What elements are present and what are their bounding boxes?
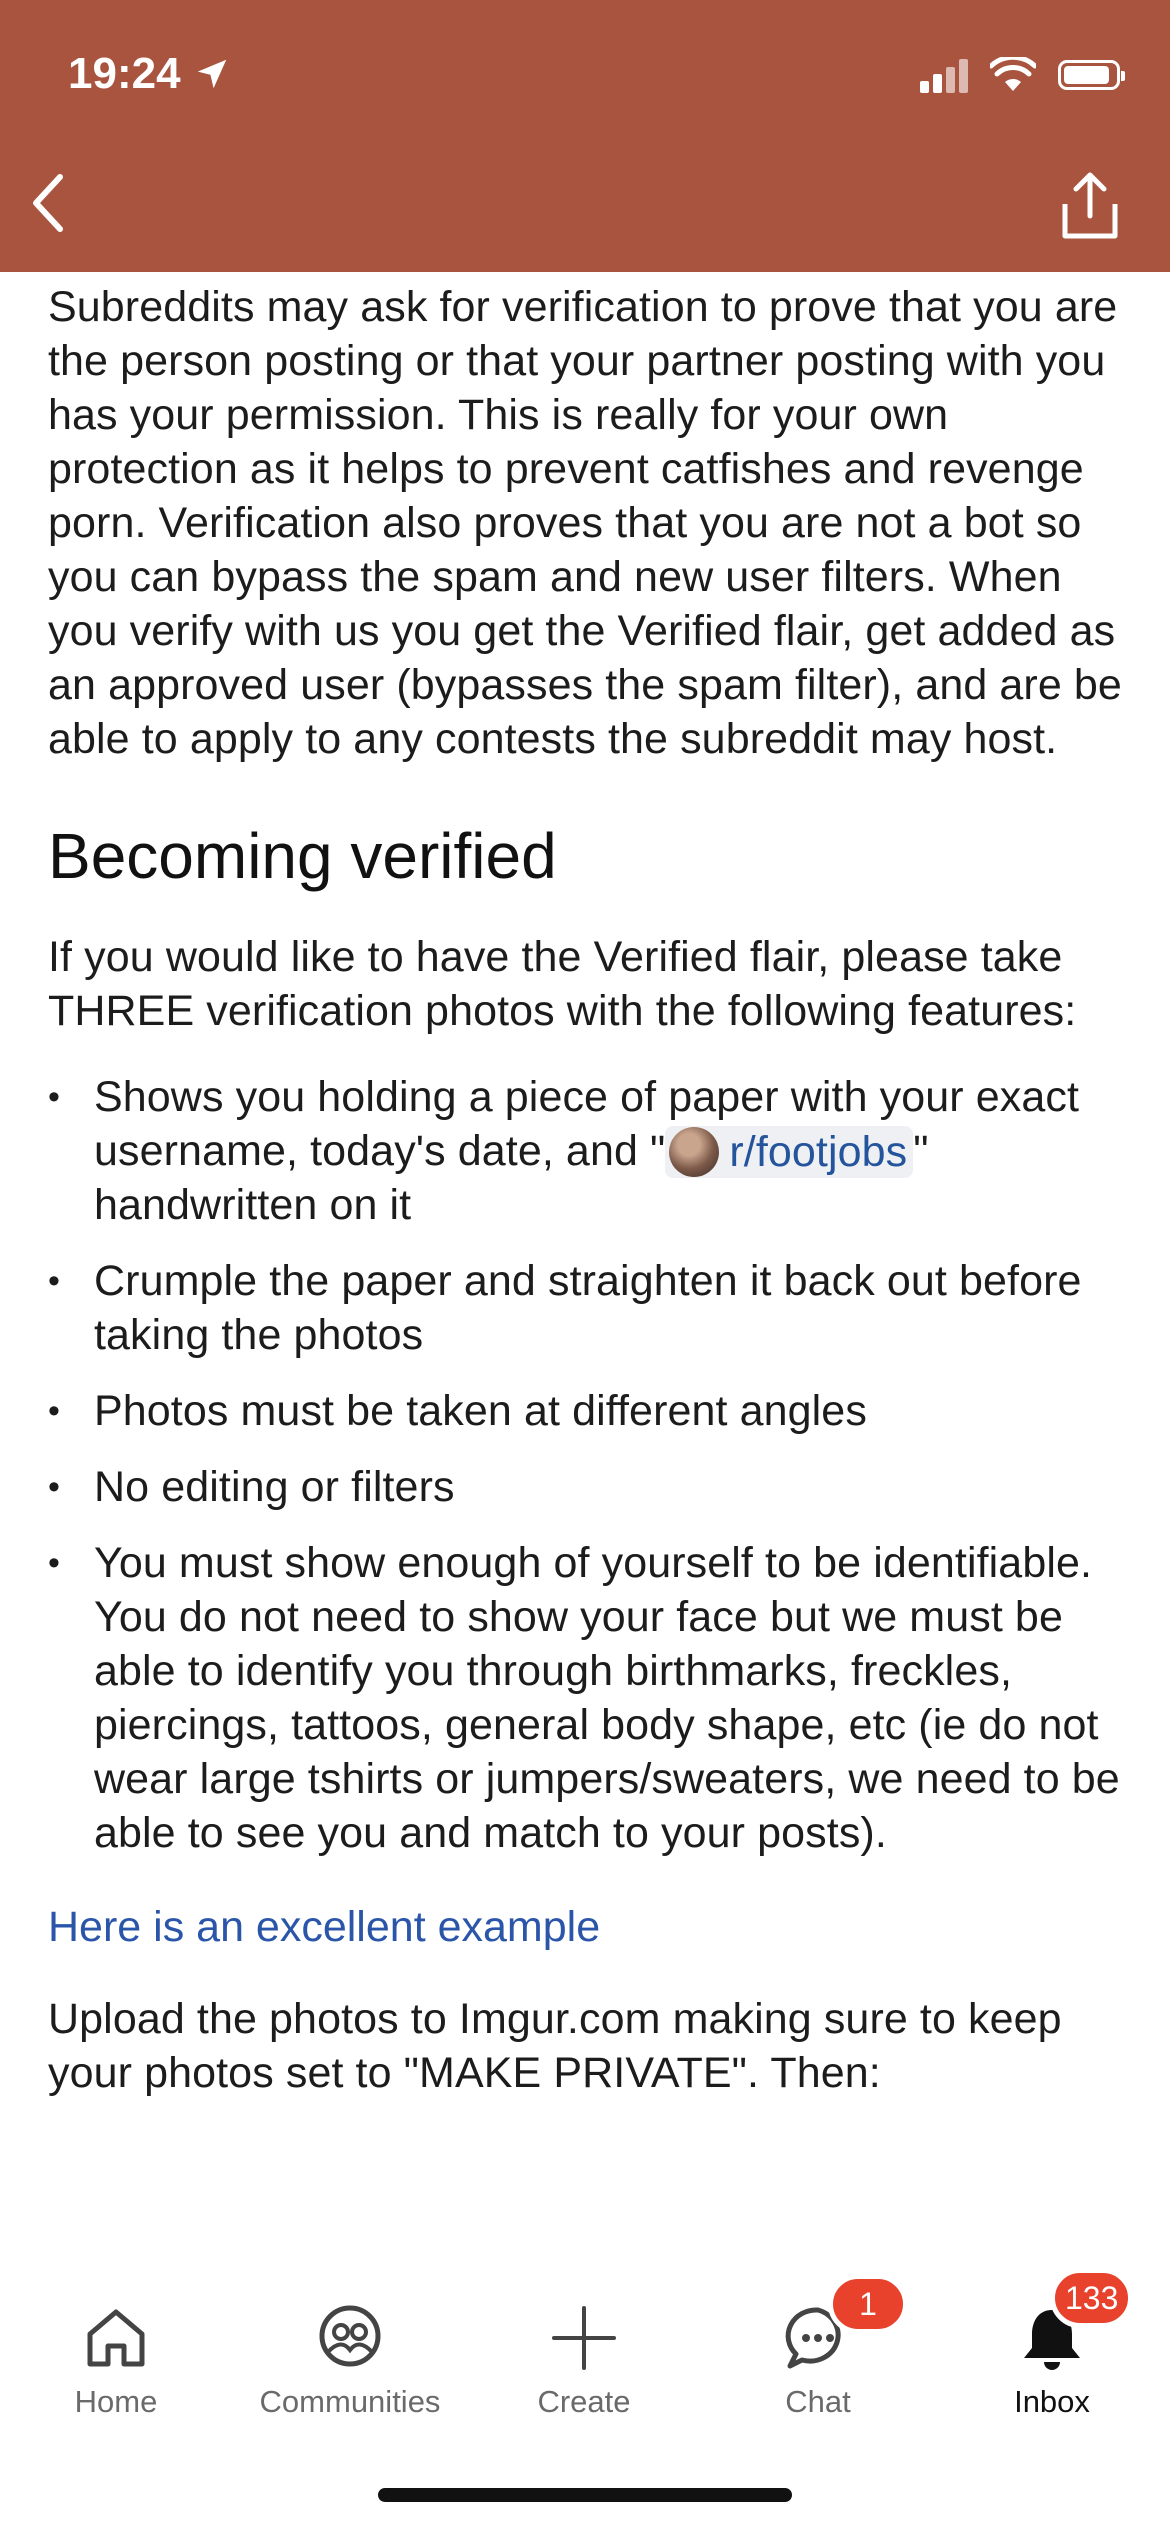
plus-icon (544, 2298, 624, 2378)
subreddit-avatar (669, 1127, 720, 1177)
nav-communities[interactable]: Communities (250, 2298, 450, 2420)
list-item: You must show enough of yourself to be i… (48, 1536, 1128, 1860)
section-heading: Becoming verified (48, 820, 557, 892)
nav-create[interactable]: Create (484, 2298, 684, 2420)
status-time-text: 19:24 (68, 49, 181, 98)
wifi-icon (990, 57, 1036, 91)
back-button[interactable] (18, 168, 78, 238)
location-arrow-icon (197, 59, 226, 89)
top-bar: 19:24 (0, 0, 1170, 272)
requirements-list: Shows you holding a piece of paper with … (48, 1070, 1128, 1860)
status-time: 19:24 (68, 44, 231, 104)
nav-label: Home (74, 2384, 158, 2419)
subreddit-link-text: r/footjobs (729, 1128, 908, 1176)
status-icons (920, 50, 1125, 100)
home-icon (76, 2298, 156, 2378)
list-item: No editing or filters (48, 1460, 1128, 1514)
inbox-badge: 133 (1050, 2268, 1134, 2328)
battery-icon (1058, 60, 1125, 90)
cellular-signal-icon (920, 57, 968, 93)
nav-label: Chat (785, 2384, 851, 2419)
communities-icon (310, 2298, 390, 2378)
nav-label: Inbox (1014, 2384, 1090, 2419)
nav-inbox[interactable]: 133 Inbox (952, 2268, 1152, 2420)
post-content: Subreddits may ask for verification to p… (48, 272, 1128, 2270)
nav-chat[interactable]: 1 Chat (718, 2274, 918, 2420)
share-icon (1062, 172, 1118, 239)
intro-paragraph: Subreddits may ask for verification to p… (48, 283, 1122, 763)
chat-badge: 1 (828, 2274, 908, 2334)
list-item: Photos must be taken at different angles (48, 1384, 1128, 1438)
list-item: Shows you holding a piece of paper with … (48, 1070, 1128, 1232)
example-link[interactable]: Here is an excellent example (48, 1900, 1128, 1954)
upload-paragraph: Upload the photos to Imgur.com making su… (48, 1995, 1062, 2097)
home-indicator (378, 2488, 792, 2502)
nav-label: Communities (259, 2384, 441, 2419)
bell-icon: 133 (1012, 2268, 1134, 2378)
instructions-paragraph: If you would like to have the Verified f… (48, 933, 1077, 1035)
subreddit-link[interactable]: r/footjobs (665, 1126, 914, 1178)
chat-icon: 1 (778, 2274, 908, 2378)
nav-label: Create (537, 2384, 631, 2419)
bullet1-text-pre: Shows you holding a piece of paper with … (94, 1073, 1080, 1175)
list-item: Crumple the paper and straighten it back… (48, 1254, 1128, 1362)
nav-home[interactable]: Home (16, 2298, 216, 2420)
share-button[interactable] (1052, 168, 1128, 244)
chevron-left-icon (33, 174, 63, 232)
